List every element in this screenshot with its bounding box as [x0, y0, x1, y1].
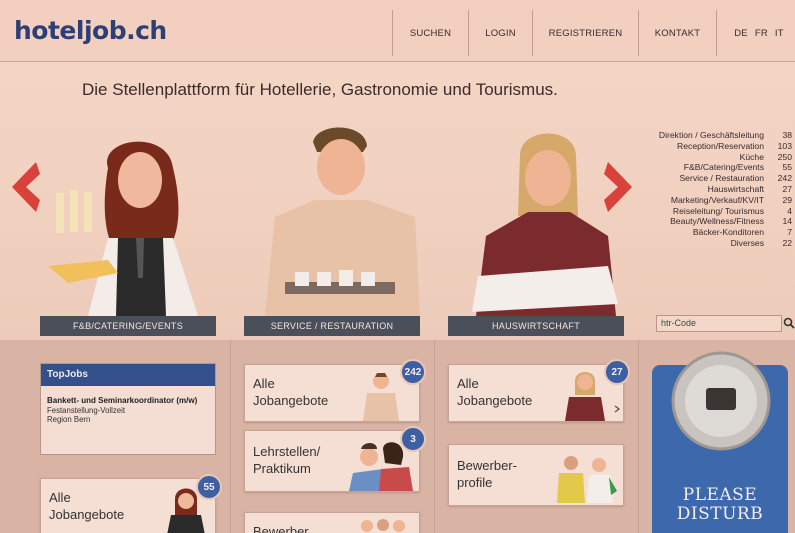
- card-label-line2: Jobangebote: [49, 507, 125, 522]
- main-nav: SUCHEN LOGIN REGISTRIEREN KONTAKT DE FR …: [392, 10, 795, 56]
- category-count: 103: [777, 140, 792, 151]
- category-label: Marketing/Verkauf/KV/IT: [670, 194, 764, 205]
- category-link[interactable]: Direktion / Geschäftsleitung 38: [636, 130, 792, 141]
- category-link[interactable]: Hauswirtschaft 27: [636, 184, 792, 195]
- card-label-line1: Alle: [253, 376, 275, 391]
- category-label: Reception/Reservation: [677, 140, 764, 151]
- card-label-line1: Lehrstellen/: [253, 444, 321, 459]
- card-all-jobs-service[interactable]: Alle Jobangebote: [244, 364, 420, 422]
- category-link[interactable]: F&B/Catering/Events 55: [636, 162, 792, 173]
- category-count: 55: [782, 162, 792, 173]
- category-link[interactable]: Diverses 22: [636, 238, 792, 249]
- category-link[interactable]: Reception/Reservation 103: [636, 141, 792, 152]
- please-line1: PLEASE: [682, 485, 758, 505]
- nav-registrieren[interactable]: REGISTRIEREN: [532, 10, 638, 56]
- card-label: Alle Jobangebote: [49, 489, 124, 523]
- card-bewerber-service[interactable]: Bewerber: [244, 512, 420, 533]
- count-badge: 27: [604, 359, 630, 385]
- lang-de[interactable]: DE: [734, 28, 748, 39]
- category-label: Küche: [739, 151, 764, 162]
- card-lehrstellen-praktikum[interactable]: Lehrstellen/ Praktikum: [244, 430, 420, 492]
- category-bar-hauswirtschaft[interactable]: HAUSWIRTSCHAFT: [448, 316, 624, 336]
- lang-fr[interactable]: FR: [755, 28, 768, 39]
- category-count: 4: [787, 205, 792, 216]
- category-count: 7: [787, 227, 792, 238]
- category-label: F&B/Catering/Events: [683, 162, 764, 173]
- count-badge: 55: [196, 474, 222, 500]
- category-link[interactable]: Küche 250: [636, 152, 792, 163]
- category-link[interactable]: Reiseleitung/ Tourismus 4: [636, 206, 792, 217]
- site-logo[interactable]: hoteljob.ch: [14, 16, 167, 45]
- photo-group-small: [361, 519, 405, 532]
- nav-kontakt[interactable]: KONTAKT: [638, 10, 716, 56]
- category-label: Diverses: [730, 237, 764, 248]
- card-label-line1: Alle: [457, 376, 479, 391]
- topjob-title[interactable]: Bankett- und Seminarkoordinator (m/w): [41, 386, 215, 406]
- category-label: Bäcker-Konditoren: [692, 227, 764, 238]
- category-link[interactable]: Marketing/Verkauf/KV/IT 29: [636, 195, 792, 206]
- column-divider: [638, 340, 639, 533]
- nav-suchen[interactable]: SUCHEN: [392, 10, 468, 56]
- doorknob-icon: [671, 351, 771, 451]
- category-count: 14: [782, 216, 792, 227]
- card-label: Alle Jobangebote: [253, 375, 328, 409]
- topjobs-heading: TopJobs: [41, 364, 215, 386]
- photo-housekeeper: [472, 133, 618, 316]
- photo-waiter-small: [363, 373, 399, 421]
- category-count: 38: [782, 130, 792, 140]
- category-count: 22: [782, 237, 792, 248]
- card-label: Bewerber: [253, 524, 309, 533]
- please-disturb-text: PLEASE DISTURB: [652, 486, 788, 524]
- category-link[interactable]: Service / Restauration 242: [636, 173, 792, 184]
- lang-it[interactable]: IT: [775, 28, 784, 39]
- card-label: Lehrstellen/ Praktikum: [253, 443, 320, 477]
- category-link[interactable]: Bäcker-Konditoren 7: [636, 227, 792, 238]
- card-label-line2: profile: [457, 475, 493, 490]
- search-icon[interactable]: [783, 315, 795, 331]
- category-bar-fb-catering-events[interactable]: F&B/CATERING/EVENTS: [40, 316, 216, 336]
- tagline: Die Stellenplattform für Hotellerie, Gas…: [82, 80, 558, 99]
- category-label: Beauty/Wellness/Fitness: [670, 216, 764, 227]
- photo-housekeeper-small: [565, 372, 605, 421]
- nav-login[interactable]: LOGIN: [468, 10, 532, 56]
- card-label: Alle Jobangebote: [457, 375, 532, 409]
- category-link[interactable]: Beauty/Wellness/Fitness 14: [636, 216, 792, 227]
- card-bewerberprofile[interactable]: Bewerber- profile: [448, 444, 624, 506]
- category-label: Hauswirtschaft: [707, 183, 764, 194]
- please-line2: DISTURB: [676, 504, 764, 524]
- category-list: Direktion / Geschäftsleitung 38 Reception/…: [636, 130, 792, 249]
- category-label: Direktion / Geschäftsleitung: [658, 130, 764, 140]
- site-header: hoteljob.ch SUCHEN LOGIN REGISTRIEREN KO…: [0, 0, 795, 62]
- category-label: Service / Restauration: [679, 173, 764, 184]
- count-badge: 3: [400, 426, 426, 452]
- carousel-prev-icon[interactable]: [6, 160, 40, 214]
- column-divider: [434, 340, 435, 533]
- topjobs-box[interactable]: TopJobs Bankett- und Seminarkoordinator …: [40, 363, 216, 455]
- topjob-type: Festanstellung-Vollzeit: [47, 405, 126, 415]
- card-label: Bewerber- profile: [457, 457, 517, 491]
- photo-applicants: [557, 456, 617, 503]
- category-count: 29: [782, 194, 792, 205]
- category-count: 27: [782, 183, 792, 194]
- photo-waitress: [48, 141, 198, 316]
- card-label-line2: Praktikum: [253, 461, 311, 476]
- card-label-line1: Alle: [49, 490, 71, 505]
- card-all-jobs-fb[interactable]: Alle Jobangebote: [40, 478, 216, 533]
- card-all-jobs-hauswirtschaft[interactable]: Alle Jobangebote: [448, 364, 624, 422]
- category-count: 242: [777, 173, 792, 184]
- language-switcher: DE FR IT: [716, 10, 795, 56]
- card-label-line1: Bewerber-: [457, 458, 517, 473]
- htr-code-input[interactable]: htr-Code: [656, 315, 782, 332]
- topjob-region: Region Bern: [47, 415, 91, 424]
- card-label-line2: Jobangebote: [457, 393, 533, 408]
- category-count: 250: [777, 151, 792, 162]
- photo-waiter: [265, 127, 420, 316]
- category-label: Reiseleitung/ Tourismus: [672, 205, 764, 216]
- chevron-right-icon: [614, 405, 621, 413]
- count-badge: 242: [400, 359, 426, 385]
- column-divider: [230, 340, 231, 533]
- category-bar-service-restauration[interactable]: SERVICE / RESTAURATION: [244, 316, 420, 336]
- card-label-line2: Jobangebote: [253, 393, 329, 408]
